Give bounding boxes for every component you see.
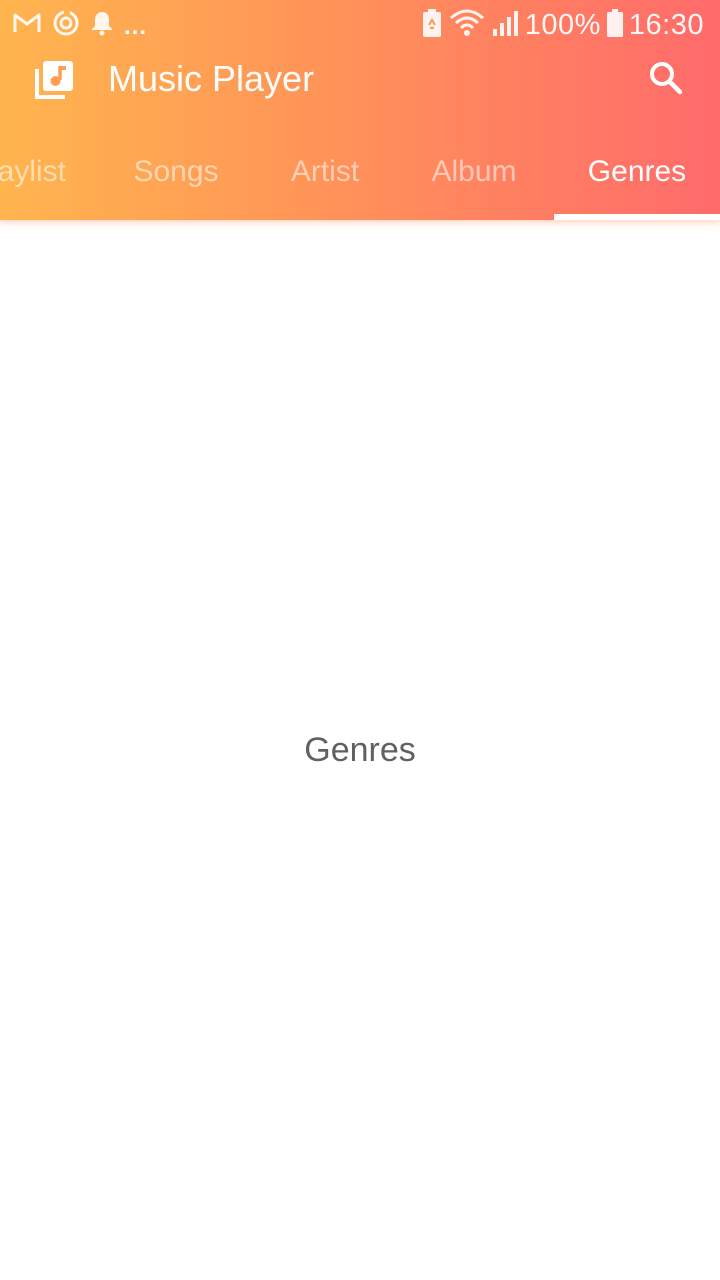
tab-songs[interactable]: Songs — [100, 124, 252, 220]
status-bar: ... 100% 16:30 — [0, 0, 720, 50]
app-header: ... 100% 16:30 Music Player aylist Songs… — [0, 0, 720, 220]
app-title: Music Player — [108, 58, 315, 99]
sync-icon — [52, 9, 80, 42]
search-icon — [648, 60, 684, 101]
battery-icon — [606, 8, 623, 42]
tab-playlist[interactable]: Playlist — [0, 124, 100, 220]
search-button[interactable] — [644, 58, 688, 102]
tab-label: Genres — [587, 155, 687, 188]
status-bar-right: 100% 16:30 — [421, 6, 704, 44]
tab-label: Songs — [133, 155, 219, 188]
bell-icon — [90, 10, 114, 41]
wifi-icon — [449, 8, 485, 43]
signal-icon — [491, 9, 519, 42]
tab-genres[interactable]: Genres — [554, 124, 720, 220]
tab-album[interactable]: Album — [398, 124, 550, 220]
battery-saver-icon — [421, 8, 443, 43]
tab-bar: Playlist Songs Artist Album Genres — [0, 124, 720, 220]
tab-artist[interactable]: Artist — [252, 124, 398, 220]
gmail-icon — [12, 11, 42, 40]
status-overflow: ... — [124, 13, 148, 40]
music-library-icon[interactable] — [34, 60, 74, 100]
status-time: 16:30 — [628, 8, 704, 41]
content-label: Genres — [304, 731, 416, 769]
toolbar: Music Player — [0, 50, 720, 110]
tab-label: Artist — [290, 155, 360, 188]
tab-label: Playlist — [0, 155, 66, 188]
battery-percent: 100% — [524, 8, 601, 41]
status-bar-left: ... — [12, 8, 147, 42]
tab-label: Album — [431, 155, 517, 188]
genres-content: Genres — [0, 220, 720, 1280]
